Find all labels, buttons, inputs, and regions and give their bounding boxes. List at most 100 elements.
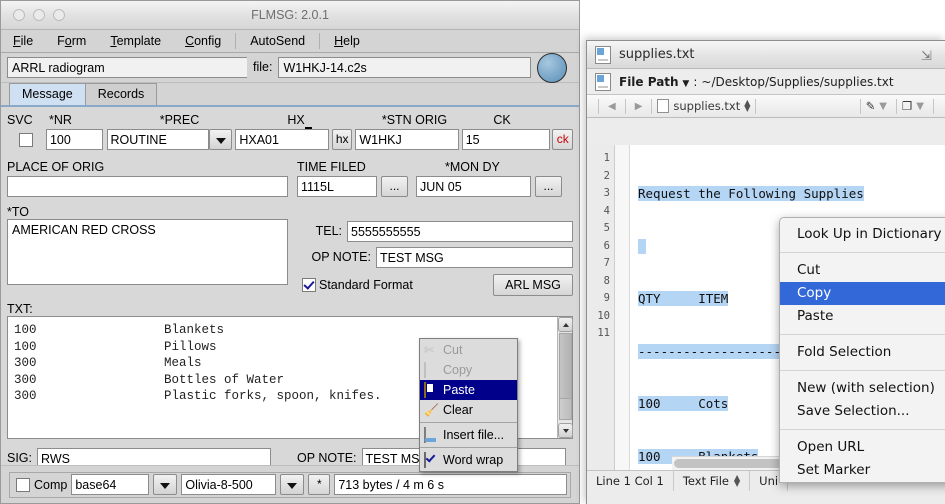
row1-labels: SVC *NR *PREC HX *STN ORIG CK <box>7 111 573 129</box>
menu-file[interactable]: File <box>1 30 45 52</box>
modem-input[interactable]: Olivia-8-500 <box>181 474 277 495</box>
file-name-field[interactable]: W1HKJ-14.c2s <box>278 57 531 78</box>
context-menu-item-save-selection[interactable]: Save Selection... <box>780 400 945 423</box>
time-filed-picker-button[interactable]: ... <box>381 176 408 197</box>
context-menu-item-cut[interactable]: Cut <box>780 259 945 282</box>
standard-format-wrap[interactable]: Standard Format <box>302 278 413 292</box>
comp-checkbox[interactable] <box>16 477 30 492</box>
chevron-down-icon[interactable]: ▼ <box>875 101 891 112</box>
stepper-icon[interactable]: ▲ ▼ <box>734 474 740 488</box>
comp-label: Comp <box>34 477 68 492</box>
row2-fields: 1115L ... JUN 05 ... <box>7 174 573 199</box>
toolbar-divider <box>859 98 861 114</box>
context-menu-item-copy[interactable]: Copy <box>780 282 945 305</box>
menu-autosend[interactable]: AutoSend <box>238 30 317 52</box>
hx-button[interactable]: hx <box>331 129 353 150</box>
tel-input[interactable]: 5555555555 <box>347 220 573 242</box>
context-menu-item-paste[interactable]: Paste <box>780 305 945 328</box>
context-menu-item-new-with-selection[interactable]: New (with selection) <box>780 377 945 400</box>
fold-column[interactable] <box>615 145 630 470</box>
encoding-dropdown-icon[interactable] <box>153 474 178 495</box>
tel-row: TEL: 5555555555 <box>298 219 573 243</box>
label-tel: TEL: <box>315 224 342 238</box>
stn-orig-input[interactable]: W1HKJ <box>355 129 459 150</box>
pencil-icon[interactable]: ✎ <box>866 99 876 113</box>
context-menu-divider <box>780 370 945 371</box>
editor-line-text <box>638 238 646 254</box>
svc-checkbox[interactable] <box>19 132 34 147</box>
scroll-up-button[interactable] <box>558 317 573 332</box>
to-textarea[interactable]: AMERICAN RED CROSS <box>7 219 288 285</box>
menu-form[interactable]: Form <box>45 30 98 52</box>
place-of-orig-input[interactable] <box>7 176 288 197</box>
minimize-button[interactable] <box>33 9 45 21</box>
time-filed-input[interactable]: 1115L <box>297 176 377 197</box>
file-path-value: ~/Desktop/Supplies/supplies.txt <box>701 74 894 89</box>
encoding-input[interactable]: base64 <box>71 474 150 495</box>
star-button[interactable]: * <box>308 474 331 495</box>
file-path-label: File Path <box>619 74 679 89</box>
tab-records[interactable]: Records <box>84 83 158 105</box>
stepper-icon[interactable]: ▲ ▼ <box>744 99 750 113</box>
op-note-row: OP NOTE: TEST MSG <box>298 245 573 269</box>
standard-format-label: Standard Format <box>319 278 413 292</box>
status-text-field: 713 bytes / 4 m 6 s <box>334 474 567 495</box>
editor-tab[interactable]: supplies.txt ▲ ▼ <box>657 99 750 113</box>
context-menu-item-cut[interactable]: ✄ Cut <box>420 340 517 360</box>
context-menu-item-copy[interactable]: Copy <box>420 360 517 380</box>
menu-config[interactable]: Config <box>173 30 233 52</box>
file-type-selector[interactable]: Text File ▲ ▼ <box>674 471 751 491</box>
back-arrow-icon[interactable]: ◀ <box>604 101 620 112</box>
tab-message[interactable]: Message <box>9 83 86 105</box>
flmsg-context-menu: ✄ Cut Copy Paste 🧹 Clear Insert file... … <box>419 338 518 472</box>
chevron-down-icon[interactable]: ▼ <box>682 79 689 89</box>
context-menu-item-look-up-in-dictionary[interactable]: Look Up in Dictionary <box>780 223 945 246</box>
context-menu-item-paste[interactable]: Paste <box>420 380 517 400</box>
context-menu-item-fold-selection[interactable]: Fold Selection <box>780 341 945 364</box>
scroll-grip[interactable] <box>559 398 572 420</box>
context-menu-item-insert-file[interactable]: Insert file... <box>420 425 517 445</box>
op-note-input[interactable]: TEST MSG <box>376 246 573 268</box>
toolbar-divider <box>933 98 934 114</box>
label-stn-orig: *STN ORIG <box>381 113 448 127</box>
scroll-down-button[interactable] <box>558 423 573 438</box>
context-menu-item-open-url[interactable]: Open URL <box>780 436 945 459</box>
maximize-button[interactable] <box>53 9 65 21</box>
label-hx: HX <box>242 113 357 129</box>
menu-template[interactable]: Template <box>98 30 173 52</box>
file-path-dropdown[interactable]: File Path ▼ <box>619 75 689 89</box>
chevron-down-icon[interactable]: ▼ <box>912 101 928 112</box>
scissors-icon: ✄ <box>424 343 435 357</box>
editor-line-text: 100 Cots <box>638 396 729 411</box>
line-number: 4 <box>603 204 610 217</box>
line-number-gutter: 1 2 3 4 5 6 7 8 9 10 11 <box>587 145 615 470</box>
hx-input[interactable]: HXA01 <box>235 129 330 150</box>
context-menu-item-set-marker[interactable]: Set Marker <box>780 459 945 482</box>
ck-button[interactable]: ck <box>552 129 573 150</box>
prec-input[interactable]: ROUTINE <box>106 129 209 150</box>
txt-label-row: TXT: <box>7 299 573 316</box>
menu-help[interactable]: Help <box>322 30 372 52</box>
expand-icon[interactable]: ⇲ <box>921 49 935 62</box>
close-button[interactable] <box>13 9 25 21</box>
modem-dropdown-icon[interactable] <box>280 474 305 495</box>
windows-icon[interactable]: ❐ <box>902 99 912 113</box>
nr-input[interactable]: 100 <box>45 129 103 150</box>
editor-titlebar[interactable]: supplies.txt ⇲ <box>587 41 945 69</box>
prec-dropdown-icon[interactable] <box>208 129 233 150</box>
line-number: 3 <box>603 187 610 199</box>
mon-dy-input[interactable]: JUN 05 <box>416 176 531 197</box>
mon-dy-picker-button[interactable]: ... <box>535 176 562 197</box>
context-menu-item-word-wrap[interactable]: Word wrap <box>420 450 517 470</box>
txt-vertical-scrollbar[interactable] <box>557 317 573 438</box>
ck-input[interactable]: 15 <box>461 129 550 150</box>
context-menu-item-clear[interactable]: 🧹 Clear <box>420 400 517 420</box>
label-bottom-op-note: OP NOTE: <box>297 451 357 465</box>
file-type-label: Text File <box>682 474 729 488</box>
flmsg-titlebar[interactable]: FLMSG: 2.0.1 <box>1 1 579 30</box>
arl-msg-button[interactable]: ARL MSG <box>493 274 573 296</box>
forward-arrow-icon[interactable]: ▶ <box>631 101 647 112</box>
standard-format-checkbox[interactable] <box>302 278 316 292</box>
form-name-field[interactable]: ARRL radiogram <box>7 57 247 78</box>
scroll-thumb[interactable] <box>559 333 572 406</box>
